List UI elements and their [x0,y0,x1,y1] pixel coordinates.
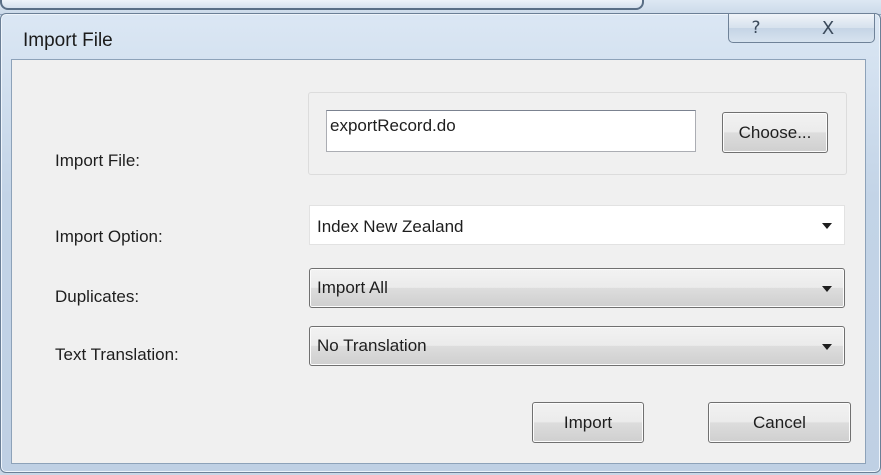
help-icon: ? [751,18,761,38]
text-translation-value: No Translation [317,336,427,355]
chevron-down-icon [822,286,832,292]
chevron-down-icon [822,344,832,350]
parent-window-frame [0,0,644,10]
duplicates-select[interactable]: Import All [309,268,845,308]
chevron-down-icon [822,223,832,229]
duplicates-value: Import All [317,278,388,297]
import-option-value: Index New Zealand [317,217,464,236]
help-button[interactable]: ? [728,13,784,43]
cancel-button[interactable]: Cancel [708,402,851,443]
import-option-select[interactable]: Index New Zealand [309,205,845,245]
dialog-body: Import File: exportRecord.do Choose... I… [11,59,866,464]
window-title: Import File [23,30,113,51]
choose-button[interactable]: Choose... [722,112,828,153]
import-file-group: exportRecord.do Choose... [308,92,847,175]
import-option-label: Import Option: [55,227,163,246]
import-file-input[interactable]: exportRecord.do [326,110,696,152]
import-button[interactable]: Import [532,402,644,443]
close-icon: X [821,17,835,39]
text-translation-label: Text Translation: [55,345,179,364]
text-translation-select[interactable]: No Translation [309,326,845,366]
close-button[interactable]: X [782,13,875,43]
import-file-label: Import File: [55,151,141,170]
title-bar[interactable]: Import File ? X [1,13,880,59]
duplicates-label: Duplicates: [55,287,140,306]
import-file-dialog: Import File ? X Import File: exportRecor… [0,13,881,473]
